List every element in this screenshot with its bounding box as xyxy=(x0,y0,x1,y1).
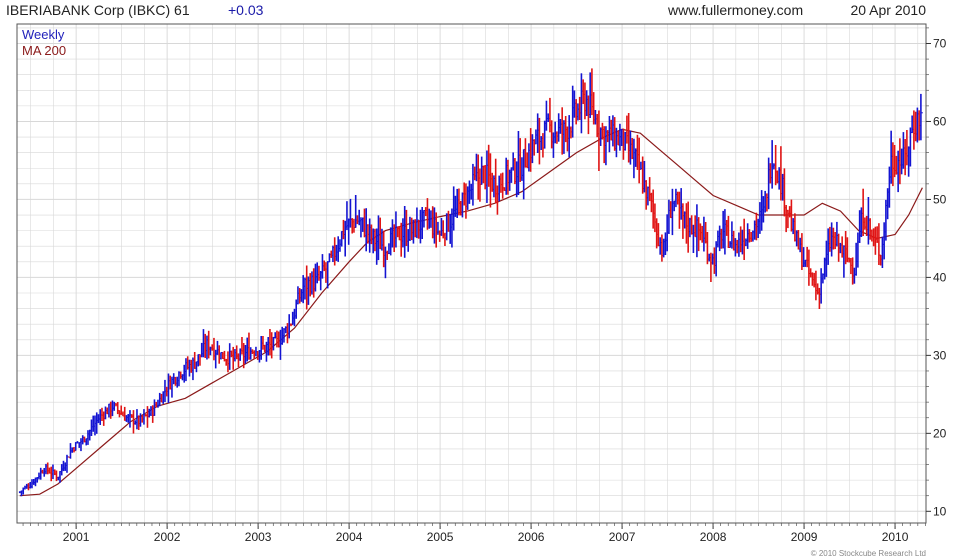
y-tick-label: 10 xyxy=(933,504,947,518)
stock-chart: 2001 2002 2003 2004 2005 2006 2007 2008 2009 2010… xyxy=(0,0,980,560)
source-website: www.fullermoney.com xyxy=(667,2,803,18)
x-tick-label: 2006 xyxy=(518,530,545,544)
legend-ma-200: MA 200 xyxy=(22,43,66,58)
grid xyxy=(17,24,926,523)
chart-title: IBERIABANK Corp (IBKC) 61 xyxy=(6,2,190,18)
y-tick-label: 50 xyxy=(933,192,947,206)
y-tick-label: 40 xyxy=(933,270,947,284)
x-tick-label: 2007 xyxy=(609,530,636,544)
x-tick-label: 2010 xyxy=(882,530,909,544)
y-tick-label: 60 xyxy=(933,114,947,128)
chart-date: 20 Apr 2010 xyxy=(850,2,926,18)
y-tick-label: 20 xyxy=(933,426,947,440)
x-tick-label: 2005 xyxy=(427,530,454,544)
x-tick-label: 2003 xyxy=(245,530,272,544)
plot-frame xyxy=(16,23,927,524)
y-tick-label: 70 xyxy=(933,36,947,50)
weekly-price-series xyxy=(18,68,923,497)
axes: 2001 2002 2003 2004 2005 2006 2007 2008 2009 2010… xyxy=(22,27,947,544)
price-change: +0.03 xyxy=(228,2,264,18)
x-tick-label: 2002 xyxy=(154,530,181,544)
x-tick-label: 2009 xyxy=(791,530,818,544)
x-tick-label: 2008 xyxy=(700,530,727,544)
y-tick-label: 30 xyxy=(933,348,947,362)
chart-canvas: 2001 2002 2003 2004 2005 2006 2007 2008 2009 2010… xyxy=(6,2,947,558)
x-tick-label: 2004 xyxy=(336,530,363,544)
legend-weekly: Weekly xyxy=(22,27,65,42)
x-tick-label: 2001 xyxy=(63,530,90,544)
copyright-notice: © 2010 Stockcube Research Ltd xyxy=(811,549,926,558)
